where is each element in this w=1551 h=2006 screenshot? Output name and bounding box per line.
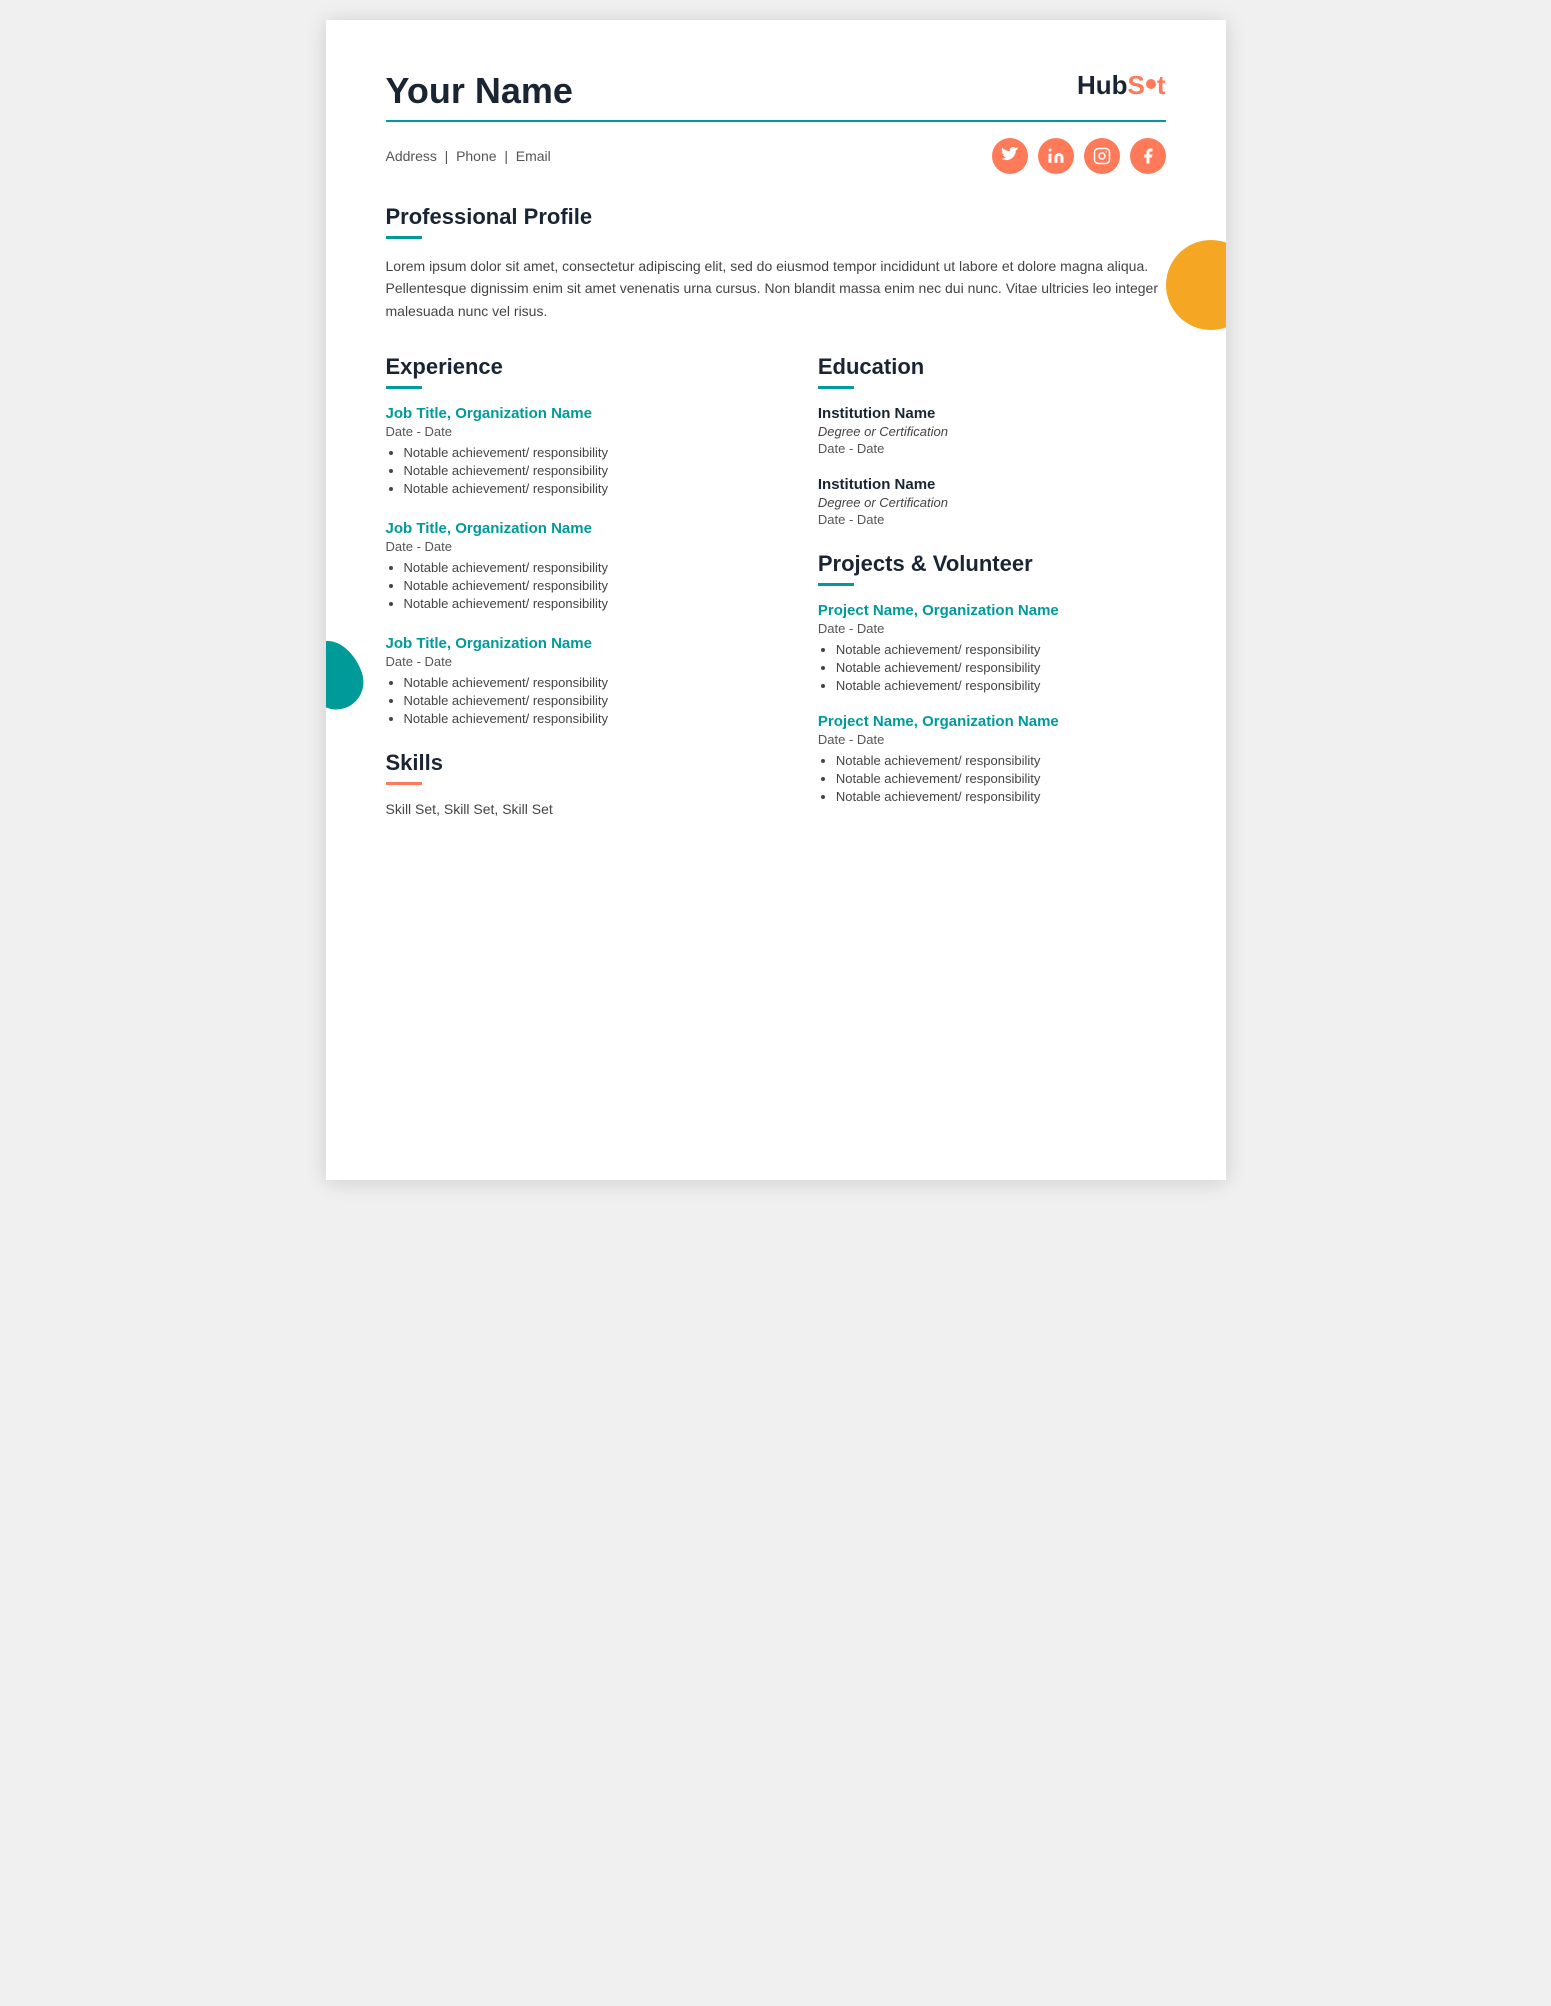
bullet-1-1: Notable achievement/ responsibility — [404, 445, 768, 460]
deco-yellow-circle — [1166, 240, 1226, 330]
proj-bullet-2-3: Notable achievement/ responsibility — [836, 789, 1166, 804]
edu-entry-2: Institution Name Degree or Certification… — [818, 476, 1166, 527]
contact-info: Address | Phone | Email — [386, 148, 551, 164]
email-label: Email — [516, 148, 551, 164]
education-section: Education Institution Name Degree or Cer… — [818, 354, 1166, 527]
hubspot-ot: t — [1157, 70, 1166, 101]
hubspot-sp: S — [1127, 70, 1144, 101]
edu-date-2: Date - Date — [818, 512, 1166, 527]
job-bullets-3: Notable achievement/ responsibility Nota… — [386, 675, 768, 726]
phone-label: Phone — [456, 148, 496, 164]
social-icons-group — [992, 138, 1166, 174]
proj-bullet-2-1: Notable achievement/ responsibility — [836, 753, 1166, 768]
job-entry-2: Job Title, Organization Name Date - Date… — [386, 520, 768, 611]
candidate-name: Your Name — [386, 70, 573, 112]
contact-row: Address | Phone | Email — [386, 138, 1166, 174]
profile-section: Professional Profile Lorem ipsum dolor s… — [386, 204, 1166, 322]
resume-page: Your Name HubSt Address | Phone | Email — [326, 20, 1226, 1180]
hubspot-logo: HubSt — [1077, 70, 1166, 101]
edu-degree-2: Degree or Certification — [818, 495, 1166, 510]
proj-bullet-2-2: Notable achievement/ responsibility — [836, 771, 1166, 786]
job-date-2: Date - Date — [386, 539, 768, 554]
linkedin-icon[interactable] — [1038, 138, 1074, 174]
job-title-3: Job Title, Organization Name — [386, 635, 768, 652]
experience-title: Experience — [386, 354, 768, 380]
twitter-icon[interactable] — [992, 138, 1028, 174]
experience-underline — [386, 386, 422, 389]
job-date-3: Date - Date — [386, 654, 768, 669]
bullet-2-2: Notable achievement/ responsibility — [404, 578, 768, 593]
job-entry-3: Job Title, Organization Name Date - Date… — [386, 635, 768, 726]
project-title-1: Project Name, Organization Name — [818, 602, 1166, 619]
project-entry-2: Project Name, Organization Name Date - D… — [818, 713, 1166, 804]
address-label: Address — [386, 148, 437, 164]
instagram-icon[interactable] — [1084, 138, 1120, 174]
profile-underline — [386, 236, 422, 239]
job-title-1: Job Title, Organization Name — [386, 405, 768, 422]
bullet-3-1: Notable achievement/ responsibility — [404, 675, 768, 690]
skills-underline — [386, 782, 422, 785]
bullet-1-2: Notable achievement/ responsibility — [404, 463, 768, 478]
job-bullets-2: Notable achievement/ responsibility Nota… — [386, 560, 768, 611]
bullet-2-3: Notable achievement/ responsibility — [404, 596, 768, 611]
header-divider — [386, 120, 1166, 122]
edu-date-1: Date - Date — [818, 441, 1166, 456]
hubspot-dot — [1146, 79, 1156, 89]
edu-degree-1: Degree or Certification — [818, 424, 1166, 439]
project-bullets-2: Notable achievement/ responsibility Nota… — [818, 753, 1166, 804]
profile-title: Professional Profile — [386, 204, 1166, 230]
bullet-1-3: Notable achievement/ responsibility — [404, 481, 768, 496]
pipe1: | — [445, 148, 449, 164]
project-date-2: Date - Date — [818, 732, 1166, 747]
facebook-icon[interactable] — [1130, 138, 1166, 174]
proj-bullet-1-2: Notable achievement/ responsibility — [836, 660, 1166, 675]
projects-underline — [818, 583, 854, 586]
skills-section: Skills Skill Set, Skill Set, Skill Set — [386, 750, 768, 817]
pipe2: | — [504, 148, 508, 164]
projects-title: Projects & Volunteer — [818, 551, 1166, 577]
hubspot-hub: Hub — [1077, 70, 1128, 101]
projects-section: Projects & Volunteer Project Name, Organ… — [818, 551, 1166, 804]
edu-institution-2: Institution Name — [818, 476, 1166, 493]
job-entry-1: Job Title, Organization Name Date - Date… — [386, 405, 768, 496]
project-entry-1: Project Name, Organization Name Date - D… — [818, 602, 1166, 693]
right-column: Education Institution Name Degree or Cer… — [818, 354, 1166, 824]
education-underline — [818, 386, 854, 389]
edu-entry-1: Institution Name Degree or Certification… — [818, 405, 1166, 456]
bullet-3-2: Notable achievement/ responsibility — [404, 693, 768, 708]
experience-section: Experience Job Title, Organization Name … — [386, 354, 768, 726]
job-title-2: Job Title, Organization Name — [386, 520, 768, 537]
edu-institution-1: Institution Name — [818, 405, 1166, 422]
two-col-layout: Experience Job Title, Organization Name … — [386, 354, 1166, 824]
project-bullets-1: Notable achievement/ responsibility Nota… — [818, 642, 1166, 693]
profile-body: Lorem ipsum dolor sit amet, consectetur … — [386, 255, 1166, 322]
bullet-3-3: Notable achievement/ responsibility — [404, 711, 768, 726]
bullet-2-1: Notable achievement/ responsibility — [404, 560, 768, 575]
job-date-1: Date - Date — [386, 424, 768, 439]
project-date-1: Date - Date — [818, 621, 1166, 636]
header: Your Name HubSt — [386, 70, 1166, 112]
left-column: Experience Job Title, Organization Name … — [386, 354, 768, 824]
proj-bullet-1-1: Notable achievement/ responsibility — [836, 642, 1166, 657]
job-bullets-1: Notable achievement/ responsibility Nota… — [386, 445, 768, 496]
proj-bullet-1-3: Notable achievement/ responsibility — [836, 678, 1166, 693]
deco-teal-shape — [326, 633, 371, 718]
skills-list: Skill Set, Skill Set, Skill Set — [386, 801, 768, 817]
project-title-2: Project Name, Organization Name — [818, 713, 1166, 730]
education-title: Education — [818, 354, 1166, 380]
skills-title: Skills — [386, 750, 768, 776]
